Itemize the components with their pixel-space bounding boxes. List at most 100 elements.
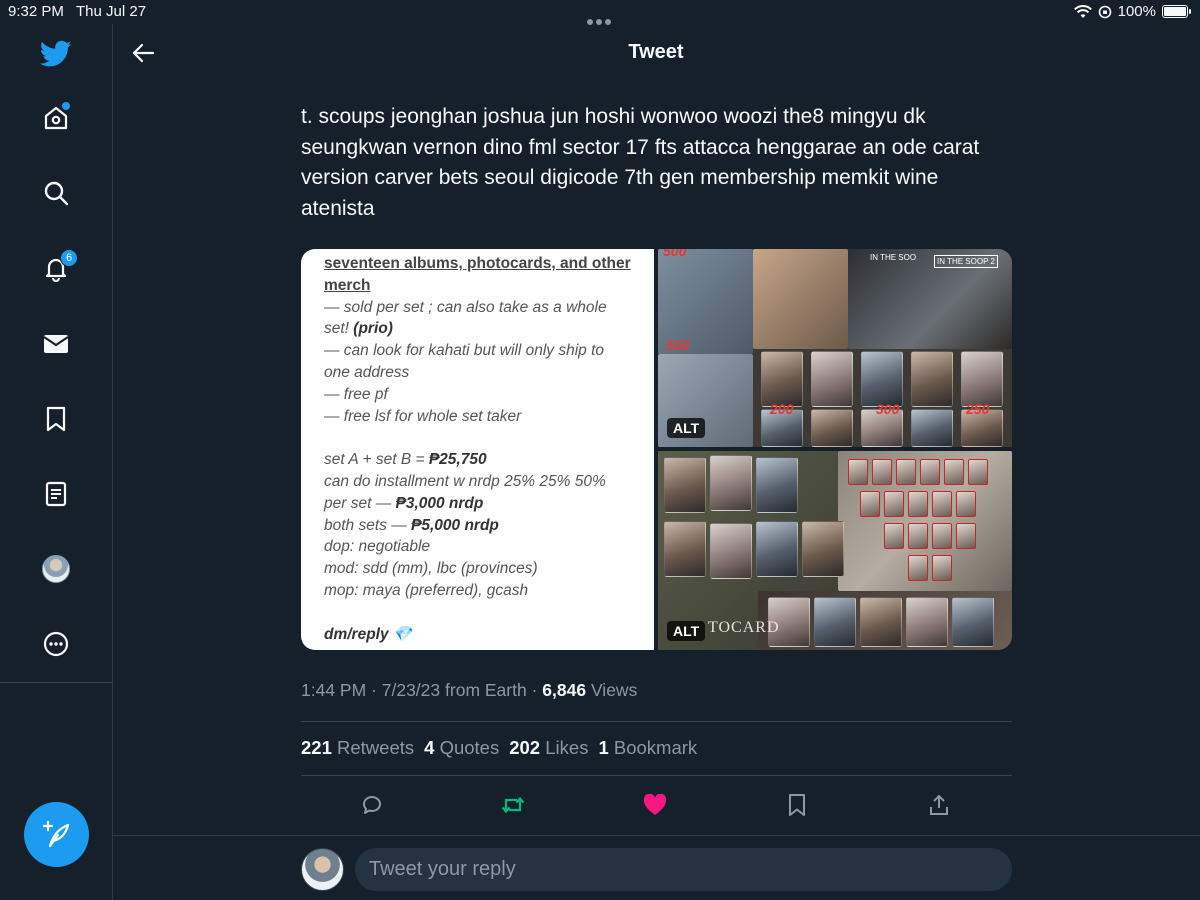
tweet-date[interactable]: 7/23/23	[382, 680, 440, 700]
stat-label: Likes	[545, 737, 589, 758]
sidebar-item-notifications[interactable]: 6	[36, 248, 78, 288]
avatar	[42, 555, 70, 583]
photocard	[961, 351, 1003, 407]
tweet-source: from Earth	[445, 680, 527, 700]
stat-bookmarks[interactable]: 1 Bookmark	[598, 737, 697, 759]
notes-line: mop: maya (preferred), gcash	[324, 581, 529, 599]
media-right-column: 500 500 IN THE SOO IN THE SOOP 2 200 300…	[658, 249, 1012, 650]
wifi-icon	[1073, 4, 1092, 18]
twitter-logo-icon[interactable]	[36, 34, 76, 74]
mini-photocard	[932, 523, 952, 549]
notes-line: dop: negotiable	[324, 538, 431, 556]
sidebar-item-messages[interactable]	[36, 324, 76, 364]
notes-title-line: seventeen albums, photocards, and other	[324, 255, 631, 272]
price-label: 200	[770, 401, 794, 417]
battery-level	[1164, 7, 1186, 16]
sidebar-item-bookmarks[interactable]	[36, 399, 76, 439]
sidebar-item-home[interactable]	[36, 98, 76, 138]
mini-photocard	[920, 459, 940, 485]
divider	[301, 775, 1012, 776]
status-bar: 9:32 PM Thu Jul 27 100%	[0, 0, 1200, 25]
stat-count: 1	[598, 737, 609, 758]
mini-photocard	[968, 459, 988, 485]
notes-line-bold: ₱5,000 nrdp	[411, 516, 499, 534]
notes-line-part: set A + set B =	[324, 451, 429, 469]
reply-button[interactable]	[358, 791, 386, 819]
reply-icon	[363, 796, 381, 814]
photocard	[860, 597, 902, 647]
notes-line: both sets — ₱5,000 nrdp	[324, 515, 644, 537]
share-button[interactable]	[925, 791, 953, 819]
mail-icon	[43, 335, 69, 353]
media-image-photocards-top[interactable]: 500 500 IN THE SOO IN THE SOOP 2 200 300…	[658, 249, 1012, 447]
sidebar-item-explore[interactable]	[36, 173, 76, 213]
back-button[interactable]	[128, 38, 158, 68]
photocard	[710, 523, 752, 579]
album-photo	[753, 249, 848, 349]
notes-line: set! (prio)	[324, 318, 644, 340]
bookmark-button[interactable]	[783, 791, 811, 819]
photocard	[664, 521, 706, 577]
stat-count: 221	[301, 737, 332, 758]
stat-count: 4	[424, 737, 435, 758]
mini-photocard	[860, 491, 880, 517]
battery-icon	[1162, 5, 1191, 18]
notes-line: dm/reply 💎	[324, 625, 413, 643]
stat-label: Retweets	[337, 737, 415, 758]
tweet-stats: 221 Retweets 4 Quotes 202 Likes 1 Bookma…	[301, 737, 707, 759]
mini-photocard	[956, 523, 976, 549]
tweet-time[interactable]: 1:44 PM	[301, 680, 366, 700]
photocard	[911, 409, 953, 447]
notes-line-part: both sets —	[324, 516, 412, 534]
stat-label: Bookmark	[613, 737, 698, 758]
notes-line-bold: ₱3,000 nrdp	[395, 494, 484, 512]
alt-badge[interactable]: ALT	[667, 621, 706, 641]
list-icon	[45, 481, 67, 507]
home-unread-dot	[62, 102, 70, 110]
photocard	[814, 597, 856, 647]
stat-retweets[interactable]: 221 Retweets	[301, 737, 414, 759]
multitasking-dots-icon[interactable]	[587, 12, 615, 25]
mini-photocard	[932, 555, 952, 581]
sidebar-item-more[interactable]	[36, 624, 76, 664]
sidebar-divider	[0, 682, 113, 683]
sidebar: 6	[0, 24, 113, 900]
stat-likes[interactable]: 202 Likes	[509, 737, 588, 759]
mini-photocard	[956, 491, 976, 517]
reply-input[interactable]	[355, 848, 1012, 891]
bookmark-icon	[789, 794, 805, 816]
stat-quotes[interactable]: 4 Quotes	[424, 737, 499, 759]
media-image-photocards-bottom[interactable]: TOCARD ALT	[658, 451, 1012, 650]
divider	[301, 721, 1012, 722]
battery-percent: 100%	[1117, 3, 1156, 20]
tweet-media: seventeen albums, photocards, and other m…	[301, 249, 1012, 650]
notes-gap	[324, 427, 644, 449]
notes-line: set A + set B = ₱25,750	[324, 449, 644, 471]
tweet-actions	[301, 787, 1012, 823]
photocard	[911, 351, 953, 407]
notes-line: — sold per set ; can also take as a whol…	[324, 298, 607, 316]
photocard	[756, 457, 798, 513]
notes-title: seventeen albums, photocards, and other m…	[324, 253, 644, 297]
notes-line-part: per set —	[324, 494, 396, 512]
alt-badge[interactable]: ALT	[667, 418, 706, 438]
sidebar-item-lists[interactable]	[36, 474, 76, 514]
retweet-button[interactable]	[499, 791, 527, 819]
mini-photocard	[908, 523, 928, 549]
sidebar-item-profile[interactable]	[36, 549, 76, 589]
like-button[interactable]	[641, 791, 669, 819]
heart-icon	[643, 794, 667, 815]
price-label: 250	[966, 401, 990, 417]
notes-line: can do installment w nrdp 25% 25% 50%	[324, 472, 606, 490]
mini-photocard	[872, 459, 892, 485]
photocard-label: TOCARD	[708, 619, 780, 636]
media-image-text-notes[interactable]: seventeen albums, photocards, and other m…	[301, 249, 654, 650]
compose-tweet-icon	[42, 820, 69, 847]
photocard	[761, 351, 803, 407]
stat-label: Quotes	[439, 737, 500, 758]
price-label: 300	[876, 401, 900, 417]
mini-photocard	[884, 491, 904, 517]
notifications-badge: 6	[60, 249, 78, 267]
avatar[interactable]	[301, 848, 344, 891]
compose-tweet-button[interactable]	[24, 802, 89, 867]
